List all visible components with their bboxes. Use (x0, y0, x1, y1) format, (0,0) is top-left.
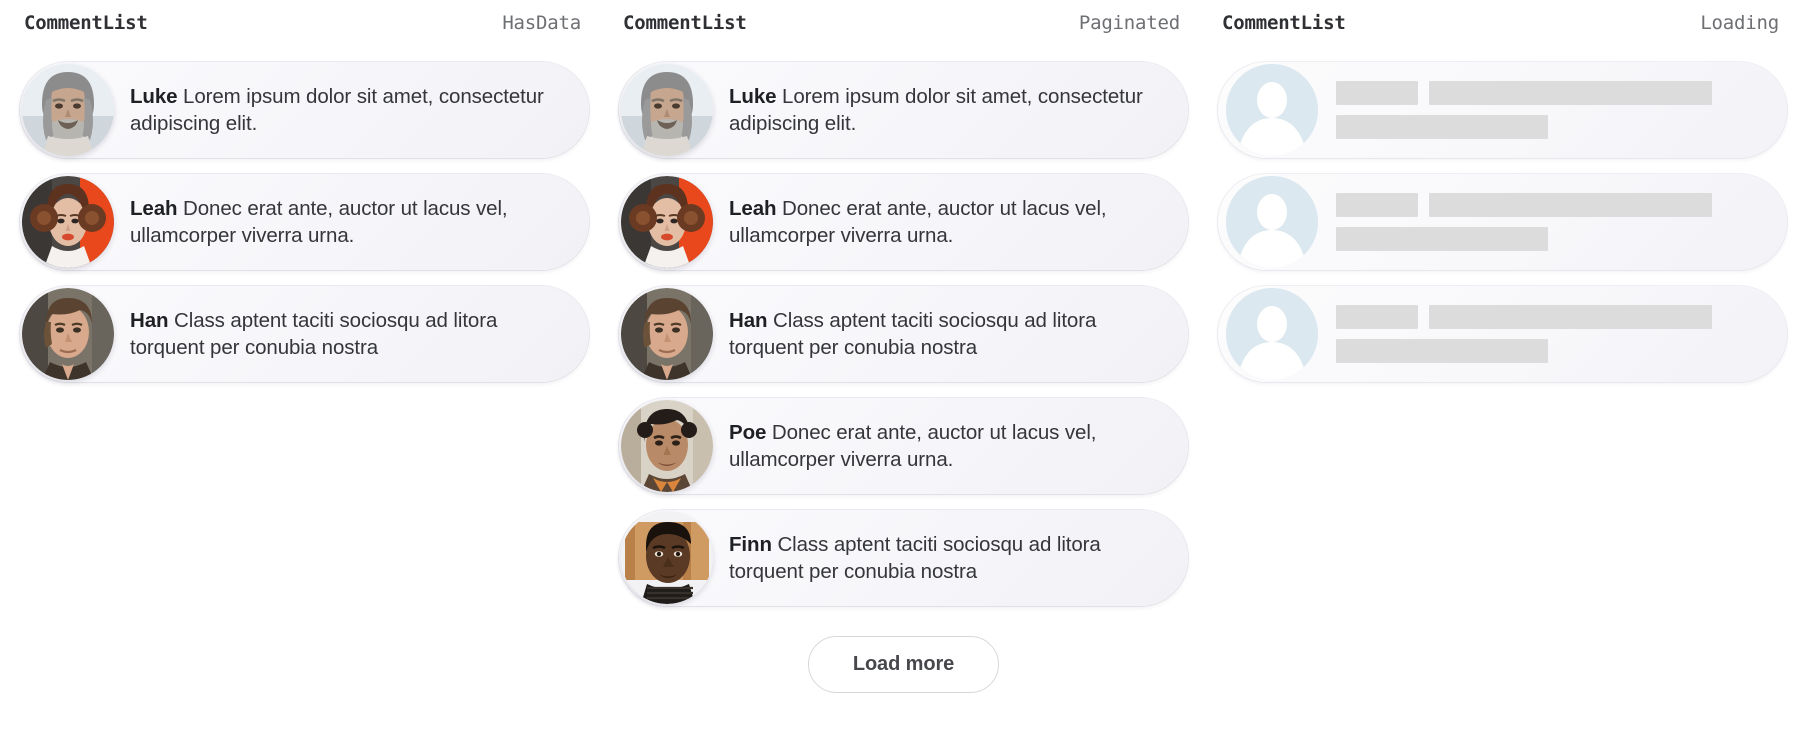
skeleton-bar (1429, 81, 1712, 105)
skeleton-lines (1336, 193, 1753, 251)
leah-avatar (621, 176, 713, 268)
comment-body: Luke Lorem ipsum dolor sit amet, consect… (130, 83, 555, 138)
skeleton-row (1336, 115, 1753, 139)
list-item (1218, 62, 1787, 158)
skeleton-bar (1429, 193, 1712, 217)
comment-author: Luke (130, 84, 184, 108)
comment-list: Luke Lorem ipsum dolor sit amet, consect… (619, 54, 1188, 606)
page-title: CommentList (623, 12, 747, 34)
comment-body: Han Class aptent taciti sociosqu ad lito… (729, 307, 1154, 362)
comment-body: Finn Class aptent taciti sociosqu ad lit… (729, 531, 1154, 586)
column-loading: CommentList Loading (1198, 0, 1797, 742)
status-badge: Paginated (1078, 12, 1180, 34)
comment-list-showcase: CommentList HasData Luke Lorem ipsum dol… (0, 0, 1798, 742)
skeleton-bar (1429, 305, 1712, 329)
skeleton-lines (1336, 81, 1753, 139)
skeleton-row (1336, 339, 1753, 363)
status-badge: HasData (502, 12, 581, 34)
comment-body: Han Class aptent taciti sociosqu ad lito… (130, 307, 555, 362)
skeleton-row (1336, 227, 1753, 251)
skeleton-bar (1336, 81, 1418, 105)
luke-avatar (22, 64, 114, 156)
skeleton-bar (1336, 193, 1418, 217)
list-item[interactable]: Han Class aptent taciti sociosqu ad lito… (20, 286, 589, 382)
skeleton-list (1218, 54, 1787, 382)
list-item[interactable]: Luke Lorem ipsum dolor sit amet, consect… (619, 62, 1188, 158)
placeholder-person-icon (1226, 176, 1318, 268)
finn-avatar (621, 512, 713, 604)
skeleton-bar (1336, 305, 1418, 329)
list-item[interactable]: Finn Class aptent taciti sociosqu ad lit… (619, 510, 1188, 606)
load-more-container: Load more (619, 606, 1188, 693)
comment-author: Leah (729, 196, 783, 220)
comment-author: Leah (130, 196, 184, 220)
han-avatar (621, 288, 713, 380)
status-badge: Loading (1700, 12, 1779, 34)
luke-avatar (621, 64, 713, 156)
leah-avatar (22, 176, 114, 268)
skeleton-row (1336, 81, 1753, 105)
comment-author: Finn (729, 532, 778, 556)
list-item[interactable]: Leah Donec erat ante, auctor ut lacus ve… (619, 174, 1188, 270)
column-header: CommentList Paginated (619, 0, 1188, 54)
list-item[interactable]: Leah Donec erat ante, auctor ut lacus ve… (20, 174, 589, 270)
comment-text: Class aptent taciti sociosqu ad litora t… (729, 532, 1101, 583)
comment-author: Han (130, 308, 175, 332)
comment-text: Class aptent taciti sociosqu ad litora t… (729, 308, 1097, 359)
comment-text: Lorem ipsum dolor sit amet, consectetur … (729, 84, 1143, 135)
comment-body: Poe Donec erat ante, auctor ut lacus vel… (729, 419, 1154, 474)
skeleton-bar (1336, 339, 1548, 363)
column-header: CommentList Loading (1218, 0, 1787, 54)
comment-text: Donec erat ante, auctor ut lacus vel, ul… (130, 196, 508, 247)
placeholder-person-icon (1226, 288, 1318, 380)
han-avatar (22, 288, 114, 380)
comment-author: Han (729, 308, 774, 332)
comment-text: Class aptent taciti sociosqu ad litora t… (130, 308, 498, 359)
skeleton-row (1336, 305, 1753, 329)
comment-author: Luke (729, 84, 783, 108)
load-more-button[interactable]: Load more (807, 636, 1000, 693)
comment-text: Lorem ipsum dolor sit amet, consectetur … (130, 84, 544, 135)
comment-text: Donec erat ante, auctor ut lacus vel, ul… (729, 196, 1107, 247)
comment-author: Poe (729, 420, 772, 444)
skeleton-bar (1336, 115, 1548, 139)
page-title: CommentList (24, 12, 148, 34)
comment-body: Luke Lorem ipsum dolor sit amet, consect… (729, 83, 1154, 138)
comment-body: Leah Donec erat ante, auctor ut lacus ve… (130, 195, 555, 250)
column-paginated: CommentList Paginated Luke Lorem ipsum d… (599, 0, 1198, 742)
comment-list: Luke Lorem ipsum dolor sit amet, consect… (20, 54, 589, 382)
skeleton-row (1336, 193, 1753, 217)
skeleton-bar (1336, 227, 1548, 251)
list-item (1218, 174, 1787, 270)
list-item[interactable]: Luke Lorem ipsum dolor sit amet, consect… (20, 62, 589, 158)
column-header: CommentList HasData (20, 0, 589, 54)
list-item[interactable]: Poe Donec erat ante, auctor ut lacus vel… (619, 398, 1188, 494)
column-hasdata: CommentList HasData Luke Lorem ipsum dol… (0, 0, 599, 742)
page-title: CommentList (1222, 12, 1346, 34)
skeleton-lines (1336, 305, 1753, 363)
comment-body: Leah Donec erat ante, auctor ut lacus ve… (729, 195, 1154, 250)
placeholder-person-icon (1226, 64, 1318, 156)
poe-avatar (621, 400, 713, 492)
list-item (1218, 286, 1787, 382)
list-item[interactable]: Han Class aptent taciti sociosqu ad lito… (619, 286, 1188, 382)
comment-text: Donec erat ante, auctor ut lacus vel, ul… (729, 420, 1097, 471)
